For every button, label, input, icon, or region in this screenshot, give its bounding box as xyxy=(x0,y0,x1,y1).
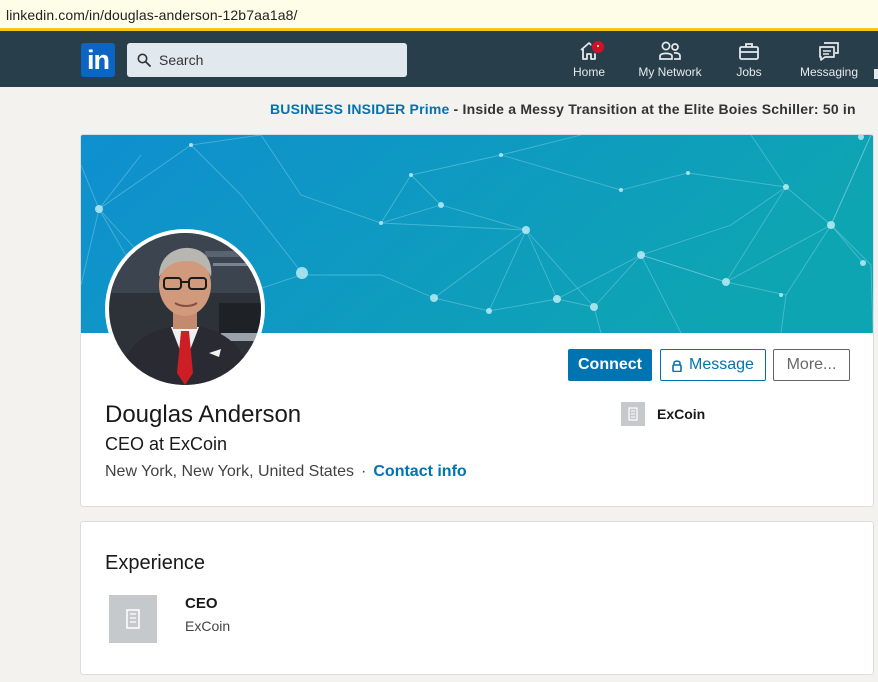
news-ticker[interactable]: BUSINESS INSIDER Prime - Inside a Messy … xyxy=(270,101,856,117)
search-input[interactable] xyxy=(157,51,401,69)
avatar-portrait xyxy=(109,233,261,385)
notification-badge xyxy=(591,40,605,54)
experience-role[interactable]: CEO xyxy=(185,595,218,612)
building-icon xyxy=(628,407,638,421)
url-text: linkedin.com/in/douglas-anderson-12b7aa1… xyxy=(6,7,298,23)
separator-dot: · xyxy=(361,463,367,480)
nav-overflow-edge xyxy=(874,69,878,79)
network-icon xyxy=(659,41,681,60)
browser-url-bar[interactable]: linkedin.com/in/douglas-anderson-12b7aa1… xyxy=(0,0,878,31)
current-company-name: ExCoin xyxy=(657,406,706,422)
search-icon xyxy=(137,53,151,67)
profile-name: Douglas Anderson xyxy=(105,401,302,428)
linkedin-logo[interactable]: in xyxy=(81,43,115,77)
experience-company-logo[interactable] xyxy=(109,595,157,643)
company-logo-placeholder xyxy=(621,402,645,426)
ticker-source[interactable]: BUSINESS INSIDER Prime xyxy=(270,101,449,117)
nav-my-network-label: My Network xyxy=(638,65,702,79)
current-company-link[interactable]: ExCoin xyxy=(621,402,705,426)
building-icon xyxy=(126,609,140,629)
experience-company: ExCoin xyxy=(185,618,231,634)
profile-location: New York, New York, United States xyxy=(105,463,355,480)
profile-headline: CEO at ExCoin xyxy=(105,434,228,454)
nav-jobs-label: Jobs xyxy=(736,65,762,79)
messaging-icon xyxy=(819,42,839,61)
briefcase-icon xyxy=(739,43,759,60)
message-button[interactable]: Message xyxy=(660,349,766,381)
search-box[interactable] xyxy=(127,43,407,77)
ticker-separator: - xyxy=(449,101,463,117)
nav-home[interactable]: Home xyxy=(568,39,610,85)
nav-my-network[interactable]: My Network xyxy=(634,39,706,85)
nav-jobs[interactable]: Jobs xyxy=(732,39,766,85)
profile-photo[interactable] xyxy=(105,229,265,389)
experience-section: Experience CEO ExCoin xyxy=(80,521,874,675)
nav-messaging-label: Messaging xyxy=(799,65,859,79)
ticker-headline[interactable]: Inside a Messy Transition at the Elite B… xyxy=(463,101,856,117)
profile-location-row: New York, New York, United States · Contac… xyxy=(105,463,467,481)
more-actions-button[interactable]: More... xyxy=(773,349,850,381)
message-button-label: Message xyxy=(689,356,754,373)
connect-button[interactable]: Connect xyxy=(568,349,652,381)
lock-icon xyxy=(672,359,682,372)
experience-heading: Experience xyxy=(105,552,206,574)
profile-card: Connect Message More... Douglas Anderson… xyxy=(80,134,874,507)
nav-messaging[interactable]: Messaging xyxy=(798,39,860,85)
contact-info-link[interactable]: Contact info xyxy=(373,463,466,480)
nav-home-label: Home xyxy=(572,65,605,79)
top-navigation: in Home My Network Jobs xyxy=(0,31,878,87)
